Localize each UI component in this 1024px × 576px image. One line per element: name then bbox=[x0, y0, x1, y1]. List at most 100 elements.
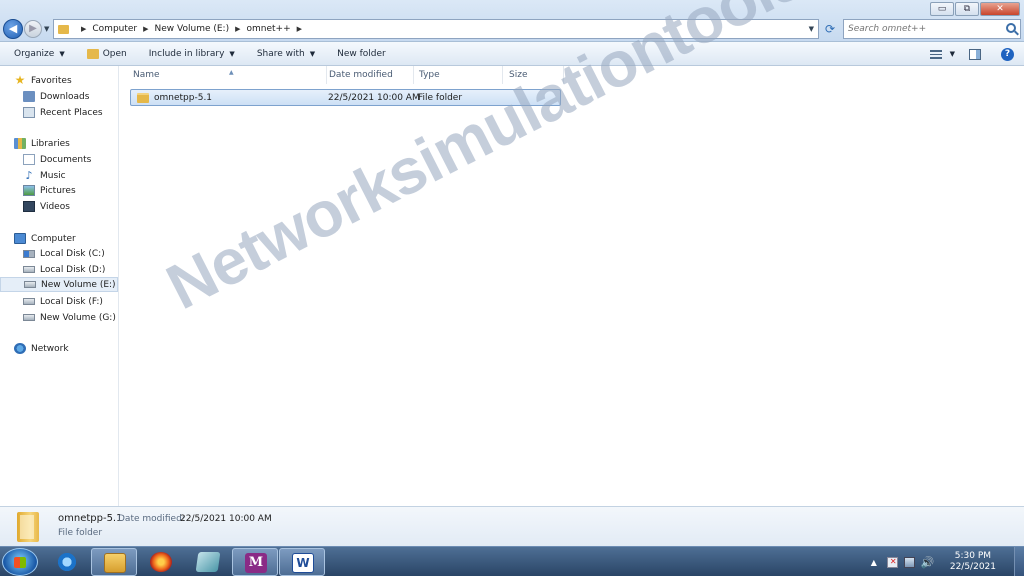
sidebar-item-favorites[interactable]: ★ Favorites bbox=[14, 73, 72, 88]
share-with-button[interactable]: Share with ▼ bbox=[257, 49, 315, 59]
search-input[interactable] bbox=[844, 20, 994, 38]
taskbar-firefox[interactable] bbox=[138, 548, 184, 576]
clock[interactable]: 5:30 PM 22/5/2021 bbox=[950, 551, 996, 573]
sidebar-item-label: Videos bbox=[40, 201, 70, 212]
include-in-library-button[interactable]: Include in library ▼ bbox=[149, 49, 235, 59]
sidebar-item-label: Local Disk (D:) bbox=[40, 264, 106, 275]
sidebar-item-label: Music bbox=[40, 170, 66, 181]
navigation-pane: ★ Favorites Downloads Recent Places Libr… bbox=[0, 66, 119, 506]
sidebar-item-recent-places[interactable]: Recent Places bbox=[23, 105, 103, 120]
column-header-name[interactable]: Name ▲ bbox=[127, 66, 327, 84]
details-name: omnetpp-5.1 bbox=[58, 513, 123, 524]
organize-button[interactable]: Organize ▼ bbox=[14, 49, 65, 59]
refresh-icon[interactable]: ⟳ bbox=[821, 20, 839, 38]
command-bar: Organize ▼ Open Include in library ▼ Sha… bbox=[0, 42, 1024, 66]
column-header-size[interactable]: Size bbox=[503, 66, 564, 84]
title-bar: ▭ ⧉ ✕ ◀ ▶ ▼ ▶ Computer ▶ New Volume (E:)… bbox=[0, 0, 1024, 42]
chevron-right-icon[interactable]: ▶ bbox=[81, 25, 86, 33]
start-button[interactable] bbox=[2, 548, 38, 576]
sidebar-item-label: Local Disk (C:) bbox=[40, 248, 105, 259]
word-icon: W bbox=[292, 553, 314, 573]
column-header-date-modified[interactable]: Date modified bbox=[323, 66, 414, 84]
preview-pane-icon[interactable] bbox=[969, 48, 981, 60]
taskbar-internet-explorer[interactable] bbox=[44, 548, 90, 576]
sidebar-item-downloads[interactable]: Downloads bbox=[23, 89, 89, 104]
recent-pages-dropdown-icon[interactable]: ▼ bbox=[44, 25, 49, 33]
drive-icon bbox=[23, 314, 35, 321]
taskbar-windows-explorer[interactable] bbox=[91, 548, 137, 576]
organize-label: Organize bbox=[14, 48, 55, 59]
internet-explorer-icon bbox=[56, 552, 78, 572]
breadcrumb-new-volume-e[interactable]: New Volume (E:) bbox=[155, 24, 230, 34]
address-dropdown-icon[interactable]: ▼ bbox=[809, 25, 814, 33]
sidebar-item-network[interactable]: Network bbox=[14, 341, 69, 356]
sidebar-item-documents[interactable]: Documents bbox=[23, 152, 91, 167]
drive-icon bbox=[24, 281, 36, 288]
show-desktop-button[interactable] bbox=[1014, 547, 1024, 576]
sidebar-item-new-volume-e[interactable]: New Volume (E:) bbox=[0, 277, 118, 292]
libraries-icon bbox=[14, 138, 26, 149]
chevron-right-icon[interactable]: ▶ bbox=[143, 25, 148, 33]
firefox-icon bbox=[150, 552, 172, 572]
sidebar-item-label: Computer bbox=[31, 233, 76, 244]
chevron-down-icon[interactable]: ▼ bbox=[950, 50, 955, 58]
close-button[interactable]: ✕ bbox=[980, 2, 1020, 16]
chevron-right-icon[interactable]: ▶ bbox=[235, 25, 240, 33]
taskbar-omnet-ide[interactable]: M bbox=[232, 548, 278, 576]
column-header-label: Name bbox=[133, 70, 160, 80]
sidebar-item-local-disk-f[interactable]: Local Disk (F:) bbox=[23, 294, 103, 309]
sidebar-item-label: New Volume (E:) bbox=[41, 279, 116, 290]
recent-places-icon bbox=[23, 107, 35, 118]
address-bar[interactable]: ▶ Computer ▶ New Volume (E:) ▶ omnet++ ▶… bbox=[53, 19, 819, 39]
sidebar-item-pictures[interactable]: Pictures bbox=[23, 183, 76, 198]
sidebar-item-label: Favorites bbox=[31, 75, 72, 86]
sidebar-item-libraries[interactable]: Libraries bbox=[14, 136, 70, 151]
taskbar-word[interactable]: W bbox=[279, 548, 325, 576]
taskbar-vmware[interactable] bbox=[185, 548, 231, 576]
volume-icon[interactable]: 🔊 bbox=[921, 557, 935, 568]
sidebar-item-local-disk-c[interactable]: Local Disk (C:) bbox=[23, 246, 105, 261]
music-icon: ♪ bbox=[25, 169, 33, 182]
star-icon: ★ bbox=[14, 73, 26, 87]
open-button[interactable]: Open bbox=[86, 48, 127, 59]
show-hidden-icons-icon[interactable]: ▲ bbox=[871, 558, 877, 567]
sidebar-item-videos[interactable]: Videos bbox=[23, 199, 70, 214]
sidebar-item-label: Local Disk (F:) bbox=[40, 296, 103, 307]
folder-icon bbox=[137, 92, 149, 103]
sidebar-item-music[interactable]: ♪ Music bbox=[23, 168, 66, 183]
action-center-icon[interactable] bbox=[886, 556, 898, 568]
breadcrumb: ▶ Computer ▶ New Volume (E:) ▶ omnet++ ▶ bbox=[75, 24, 308, 34]
column-header-type[interactable]: Type bbox=[413, 66, 503, 84]
sidebar-item-computer[interactable]: Computer bbox=[14, 231, 76, 246]
share-with-label: Share with bbox=[256, 48, 305, 59]
sidebar-item-label: Pictures bbox=[40, 185, 76, 196]
chevron-right-icon[interactable]: ▶ bbox=[297, 25, 302, 33]
maximize-button[interactable]: ⧉ bbox=[955, 2, 979, 16]
breadcrumb-computer[interactable]: Computer bbox=[92, 24, 137, 34]
minimize-button[interactable]: ▭ bbox=[930, 2, 954, 16]
videos-icon bbox=[23, 201, 35, 212]
sidebar-item-label: Documents bbox=[40, 154, 92, 165]
new-folder-button[interactable]: New folder bbox=[337, 49, 386, 59]
breadcrumb-omnet[interactable]: omnet++ bbox=[247, 24, 291, 34]
sidebar-item-label: Network bbox=[31, 343, 69, 354]
back-button[interactable]: ◀ bbox=[3, 19, 23, 39]
forward-button[interactable]: ▶ bbox=[24, 20, 42, 38]
network-status-icon[interactable] bbox=[903, 556, 915, 568]
help-icon[interactable]: ? bbox=[1001, 47, 1014, 61]
file-list: Name ▲ Date modified Type Size omnetpp-5… bbox=[120, 66, 1024, 506]
file-date-modified: 22/5/2021 10:00 AM bbox=[328, 93, 420, 103]
search-icon[interactable] bbox=[1006, 23, 1016, 33]
sidebar-item-local-disk-d[interactable]: Local Disk (D:) bbox=[23, 262, 105, 277]
details-type: File folder bbox=[58, 528, 103, 538]
table-row[interactable]: omnetpp-5.1 22/5/2021 10:00 AM File fold… bbox=[130, 89, 561, 106]
new-folder-label: New folder bbox=[337, 48, 386, 59]
taskbar: M W ▲ 🔊 5:30 PM 22/5/2021 bbox=[0, 546, 1024, 576]
change-view-icon[interactable] bbox=[929, 49, 942, 59]
chevron-down-icon: ▼ bbox=[229, 49, 235, 58]
search-box[interactable] bbox=[843, 19, 1021, 39]
sidebar-item-new-volume-g[interactable]: New Volume (G:) bbox=[23, 310, 116, 325]
open-label: Open bbox=[102, 48, 127, 59]
chevron-down-icon: ▼ bbox=[309, 49, 316, 58]
clock-time: 5:30 PM bbox=[954, 551, 992, 561]
